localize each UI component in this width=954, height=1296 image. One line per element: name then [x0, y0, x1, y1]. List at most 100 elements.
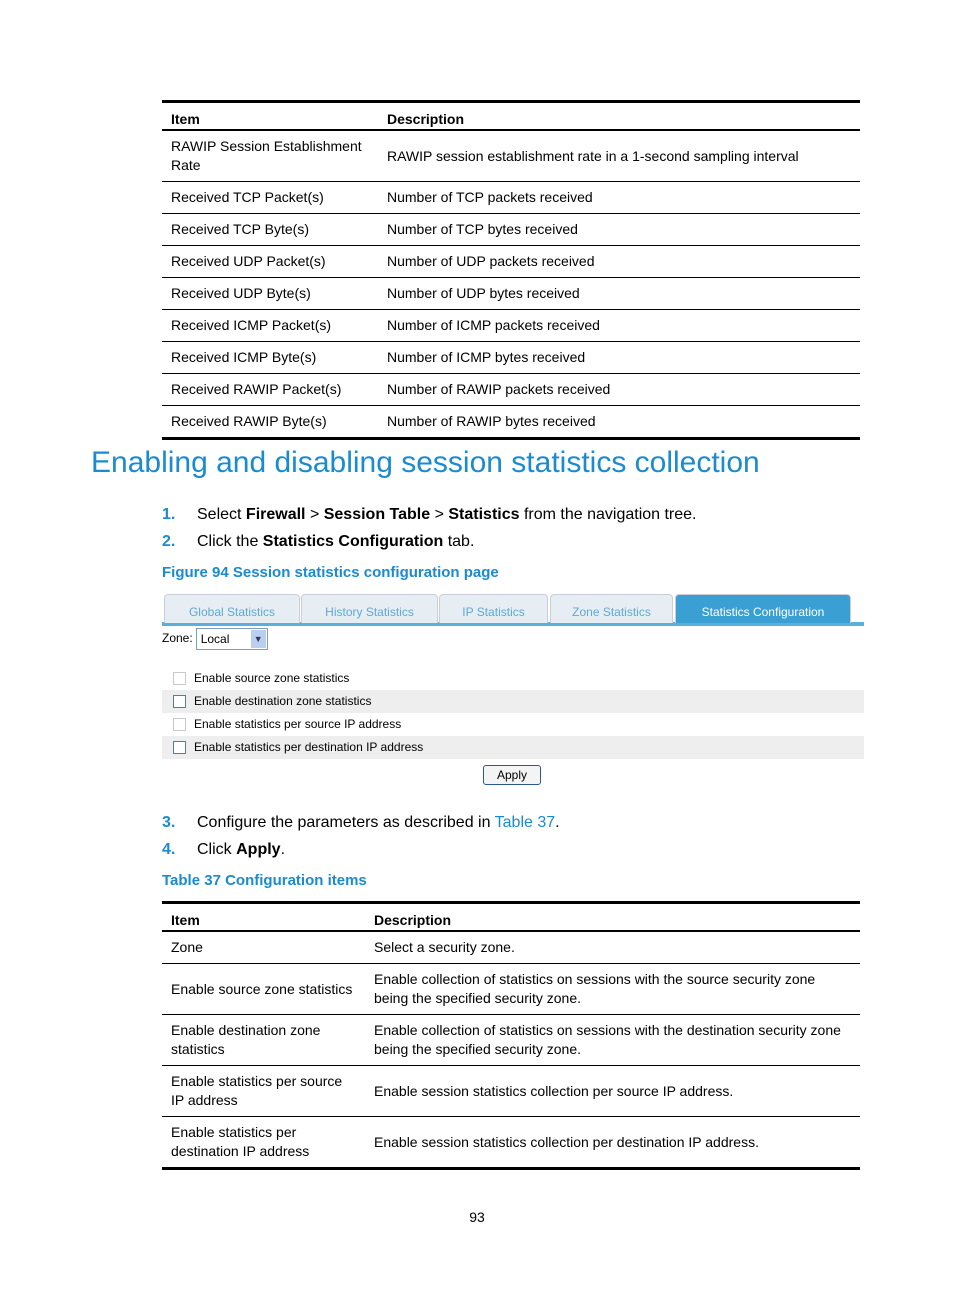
tab-zone-statistics[interactable]: Zone Statistics [550, 594, 673, 623]
item-cell: Received UDP Byte(s) [162, 277, 378, 310]
description-cell: Number of ICMP packets received [378, 309, 860, 342]
description-cell: Number of TCP packets received [378, 181, 860, 214]
table-row: Received RAWIP Packet(s) Number of RAWIP … [162, 373, 860, 406]
text: Configure the parameters as described in [197, 814, 495, 831]
item-cell: RAWIP Session Establishment Rate [162, 130, 378, 182]
zone-label: Zone: [162, 631, 193, 646]
item-cell: Received TCP Byte(s) [162, 213, 378, 246]
item-cell: Enable source zone statistics [162, 963, 365, 1015]
text: . [280, 841, 286, 858]
checkbox-label: Enable destination zone statistics [194, 694, 372, 708]
item-cell: Received RAWIP Packet(s) [162, 373, 378, 406]
table-row: Enable statistics per source IP address E… [162, 1065, 860, 1117]
header-item: Item [162, 100, 378, 131]
description-cell: Number of RAWIP bytes received [378, 405, 860, 440]
description-cell: Number of ICMP bytes received [378, 341, 860, 374]
table-row: Enable source zone statistics Enable coll… [162, 963, 860, 1015]
table-37-link[interactable]: Table 37 [495, 814, 556, 831]
zone-select[interactable]: Local ▼ [195, 628, 268, 650]
item-cell: Zone [162, 931, 365, 964]
destination-zone-checkbox[interactable] [173, 695, 186, 709]
header-description: Description [365, 901, 860, 932]
table-row: RAWIP Session Establishment Rate RAWIP se… [162, 130, 860, 182]
step-1: 1. Select Firewall > Session Table > Stat… [162, 506, 697, 524]
text: from the navigation tree. [519, 506, 697, 523]
table-row: Received TCP Byte(s) Number of TCP bytes … [162, 213, 860, 246]
step-2: 2. Click the Statistics Configuration tab… [162, 533, 474, 551]
item-cell: Received ICMP Byte(s) [162, 341, 378, 374]
description-cell: Enable collection of statistics on sessi… [365, 1014, 860, 1066]
header-description: Description [378, 100, 860, 131]
figure-screenshot: Global Statistics History Statistics IP … [162, 592, 864, 792]
description-cell: RAWIP session establishment rate in a 1-… [378, 130, 860, 182]
statistics-items-table: Item Description RAWIP Session Establishme… [162, 100, 860, 440]
table-row: Enable statistics per destination IP add… [162, 1116, 860, 1170]
table-row: Received UDP Byte(s) Number of UDP bytes … [162, 277, 860, 310]
menu-session-table: Session Table [323, 506, 431, 523]
document-page: Item Description RAWIP Session Establishme… [0, 0, 954, 1296]
apply-text: Apply [236, 841, 281, 858]
description-cell: Select a security zone. [365, 931, 860, 964]
step-number: 2. [162, 533, 176, 550]
text: > [305, 506, 324, 523]
table-row: Received TCP Packet(s) Number of TCP pack… [162, 181, 860, 214]
text: > [430, 506, 449, 523]
table-caption: Table 37 Configuration items [162, 872, 367, 889]
text: Click the [197, 533, 263, 550]
item-cell: Enable statistics per source IP address [162, 1065, 365, 1117]
tab-bar: Global Statistics History Statistics IP … [162, 592, 864, 626]
section-heading: Enabling and disabling session statistic… [91, 446, 760, 479]
tab-ip-statistics[interactable]: IP Statistics [439, 594, 548, 623]
description-cell: Number of UDP packets received [378, 245, 860, 278]
table-row: Zone Select a security zone. [162, 931, 860, 964]
menu-firewall: Firewall [245, 506, 306, 523]
text: tab. [443, 533, 475, 550]
item-cell: Received TCP Packet(s) [162, 181, 378, 214]
figure-caption: Figure 94 Session statistics configurati… [162, 564, 499, 581]
destination-ip-checkbox[interactable] [173, 741, 186, 755]
table-row: Received UDP Packet(s) Number of UDP pack… [162, 245, 860, 278]
apply-button[interactable]: Apply [483, 765, 541, 785]
step-number: 4. [162, 841, 176, 858]
step-4: 4. Click Apply. [162, 841, 285, 859]
text: . [555, 814, 560, 831]
step-number: 3. [162, 814, 176, 831]
chevron-down-icon: ▼ [250, 630, 266, 648]
text: Select [197, 506, 246, 523]
checkbox-label: Enable statistics per source IP address [194, 717, 402, 731]
table-row: Enable destination zone statistics Enable… [162, 1014, 860, 1066]
description-cell: Enable session statistics collection per… [365, 1116, 860, 1170]
source-zone-checkbox[interactable] [173, 672, 186, 686]
item-cell: Received UDP Packet(s) [162, 245, 378, 278]
checkbox-row: Enable statistics per destination IP add… [162, 736, 864, 759]
step-3: 3. Configure the parameters as described … [162, 814, 560, 832]
item-cell: Enable destination zone statistics [162, 1014, 365, 1066]
item-cell: Received RAWIP Byte(s) [162, 405, 378, 440]
checkbox-label: Enable statistics per destination IP add… [194, 740, 424, 754]
page-number: 93 [469, 1209, 485, 1225]
tab-history-statistics[interactable]: History Statistics [301, 594, 438, 623]
checkbox-label: Enable source zone statistics [194, 671, 350, 685]
tab-name: Statistics Configuration [262, 533, 444, 550]
description-cell: Enable session statistics collection per… [365, 1065, 860, 1117]
checkbox-row: Enable destination zone statistics [162, 690, 864, 713]
source-ip-checkbox[interactable] [173, 718, 186, 732]
item-cell: Received ICMP Packet(s) [162, 309, 378, 342]
zone-field: Zone: Local ▼ [162, 628, 268, 650]
description-cell: Number of TCP bytes received [378, 213, 860, 246]
menu-statistics: Statistics [448, 506, 520, 523]
checkbox-row: Enable source zone statistics [162, 667, 864, 690]
configuration-items-table: Item Description Zone Select a security zon… [162, 901, 860, 1170]
description-cell: Number of RAWIP packets received [378, 373, 860, 406]
tab-statistics-configuration[interactable]: Statistics Configuration [675, 594, 851, 623]
table-row: Received ICMP Packet(s) Number of ICMP pa… [162, 309, 860, 342]
table-row: Received RAWIP Byte(s) Number of RAWIP by… [162, 405, 860, 440]
description-cell: Enable collection of statistics on sessi… [365, 963, 860, 1015]
item-cell: Enable statistics per destination IP add… [162, 1116, 365, 1170]
step-number: 1. [162, 506, 176, 523]
text: Click [197, 841, 237, 858]
description-cell: Number of UDP bytes received [378, 277, 860, 310]
tab-global-statistics[interactable]: Global Statistics [164, 594, 300, 623]
table-row: Received ICMP Byte(s) Number of ICMP byte… [162, 341, 860, 374]
checkbox-row: Enable statistics per source IP address [162, 713, 864, 736]
